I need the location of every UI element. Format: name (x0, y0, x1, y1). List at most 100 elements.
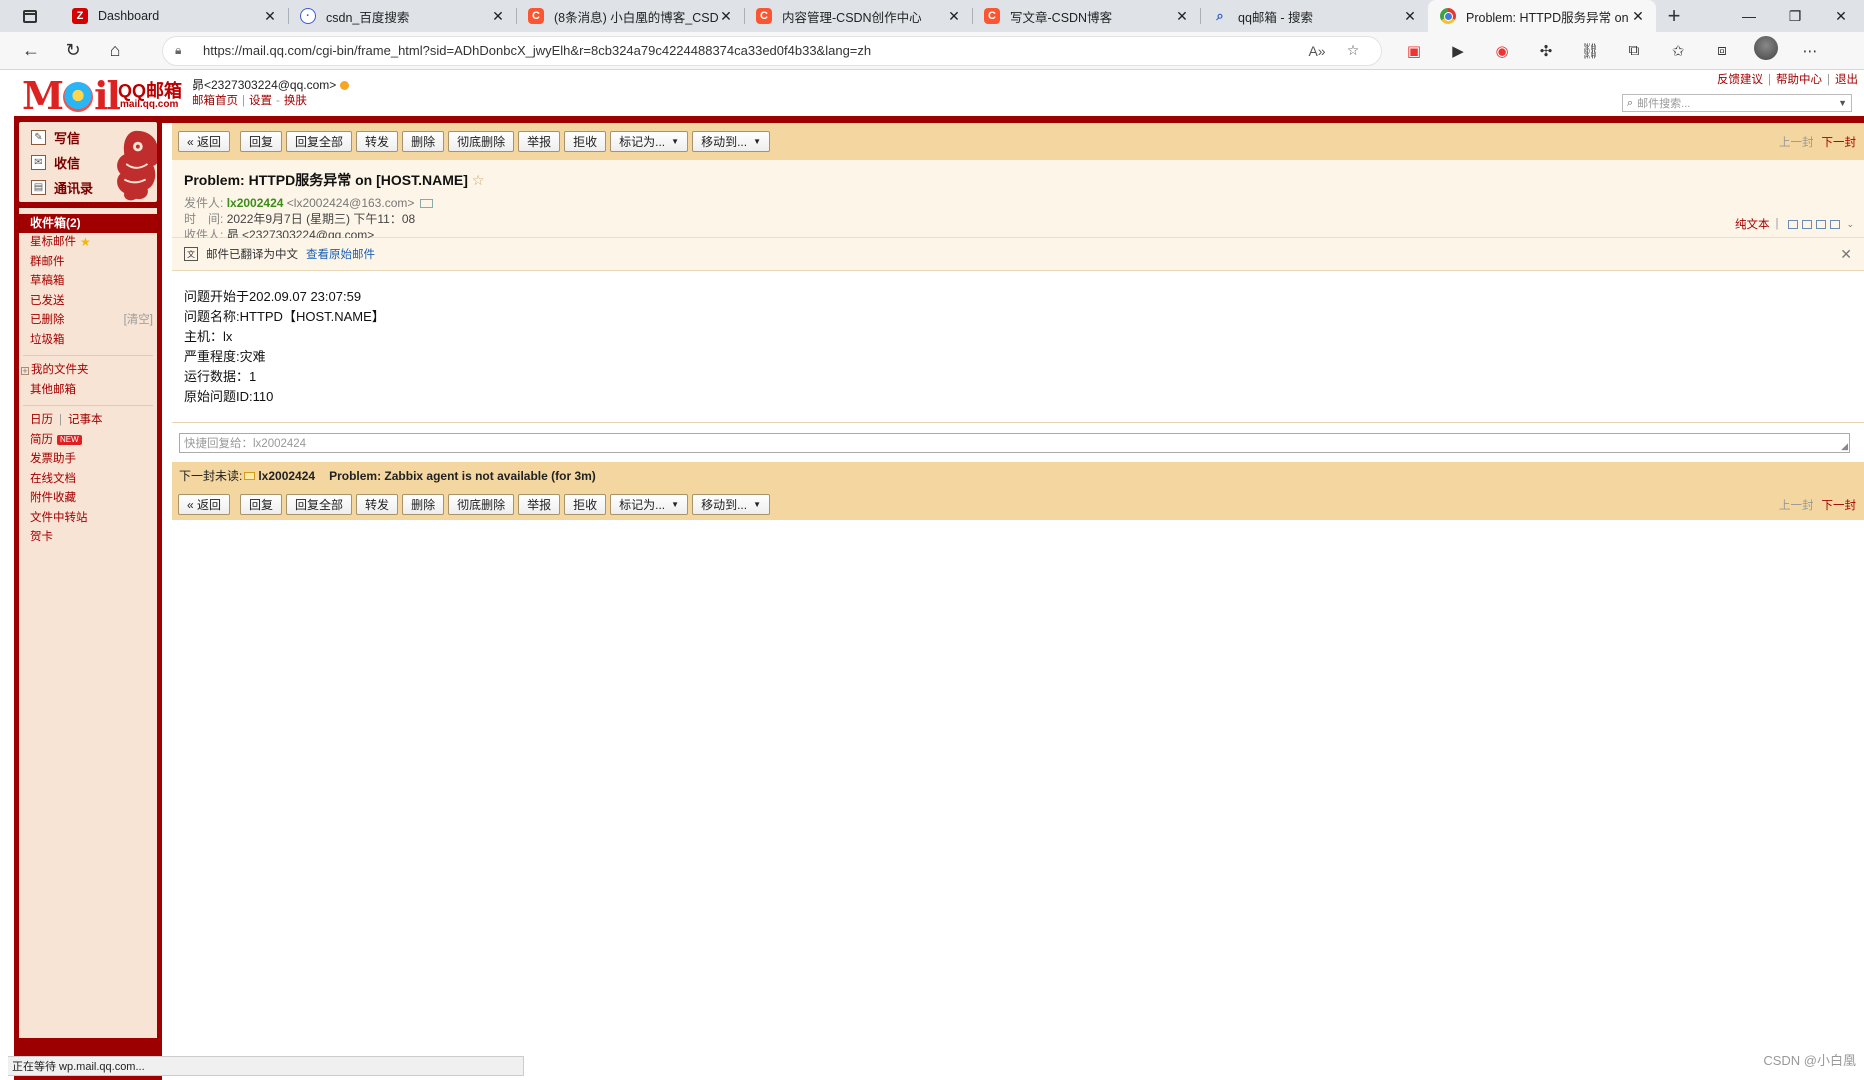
sidebar-item-deleted[interactable]: 已删除 [清空] (19, 311, 157, 331)
close-icon[interactable]: ✕ (1840, 246, 1852, 263)
forward-button[interactable]: 转发 (356, 494, 399, 515)
sidebar-item-drafts[interactable]: 草稿箱 (19, 272, 157, 292)
sidebar-item-attachments[interactable]: 附件收藏 (19, 489, 157, 509)
close-tab-icon[interactable]: ✕ (1630, 8, 1646, 25)
sidebar-item-docs[interactable]: 在线文档 (19, 470, 157, 490)
sidebar-item-invoice[interactable]: 发票助手 (19, 450, 157, 470)
chevron-down-icon[interactable]: ⌄ (1846, 219, 1854, 230)
reject-button[interactable]: 拒收 (564, 131, 607, 152)
resize-grip-icon[interactable]: ◢ (1841, 441, 1848, 452)
favorites-icon[interactable]: ✩ (1656, 36, 1700, 66)
clear-deleted-link[interactable]: [清空] (124, 311, 153, 331)
receive-mail-button[interactable]: ✉ 收信 (31, 153, 80, 172)
quick-reply-input[interactable]: 快捷回复给：lx2002424 ◢ (179, 433, 1850, 453)
browser-tab[interactable]: · csdn_百度搜索 ✕ (288, 0, 516, 32)
more-menu-icon[interactable]: ⋯ (1788, 36, 1832, 66)
address-bar[interactable]: 🔒︎ https://mail.qq.com/cgi-bin/frame_htm… (162, 35, 1382, 66)
close-tab-icon[interactable]: ✕ (262, 8, 278, 25)
view-original-link[interactable]: 查看原始邮件 (306, 246, 375, 262)
close-tab-icon[interactable]: ✕ (490, 8, 506, 25)
tab-actions-menu-button[interactable] (0, 0, 60, 32)
delete-button[interactable]: 删除 (402, 131, 445, 152)
close-window-icon[interactable]: ✕ (1818, 0, 1864, 32)
sidebar-item-group[interactable]: 群邮件 (19, 253, 157, 273)
reply-all-button[interactable]: 回复全部 (286, 494, 353, 515)
archive-icon[interactable] (1816, 219, 1827, 229)
extension-red-icon[interactable]: ▣ (1392, 36, 1436, 66)
minimize-icon[interactable]: — (1726, 0, 1772, 32)
extension-link-icon[interactable]: ⛓ (1568, 36, 1612, 66)
delete-button[interactable]: 删除 (402, 494, 445, 515)
status-dot-icon[interactable] (340, 81, 350, 90)
back-button[interactable]: « 返回 (178, 494, 231, 515)
sidebar-item-sent[interactable]: 已发送 (19, 292, 157, 312)
mail-search-input[interactable]: ⌕ 邮件搜索... ▼ (1622, 94, 1852, 112)
close-tab-icon[interactable]: ✕ (946, 8, 962, 25)
back-arrow-icon[interactable]: ← (10, 35, 52, 67)
feedback-link[interactable]: 反馈建议 (1717, 74, 1763, 86)
extension-record-icon[interactable]: ◉ (1480, 36, 1524, 66)
new-window-icon[interactable] (1788, 219, 1799, 229)
sidebar-item-starred[interactable]: 星标邮件 ★ (19, 233, 157, 253)
delete-forever-button[interactable]: 彻底删除 (448, 131, 515, 152)
delete-forever-button[interactable]: 彻底删除 (448, 494, 515, 515)
read-aloud-icon[interactable]: A» (1299, 43, 1335, 59)
media-play-icon[interactable]: ▶ (1436, 36, 1480, 66)
sidebar-item-spam[interactable]: 垃圾箱 (19, 331, 157, 351)
settings-link[interactable]: 设置 (249, 95, 272, 107)
refresh-icon[interactable]: ↻ (52, 35, 94, 67)
sender-name[interactable]: lx2002424 (227, 196, 284, 210)
qqmail-logo[interactable]: Mil QQ邮箱 mail.qq.com (22, 75, 182, 117)
url-text[interactable]: https://mail.qq.com/cgi-bin/frame_html?s… (203, 43, 1299, 58)
contacts-button[interactable]: ▤ 通讯录 (31, 178, 93, 197)
mark-as-dropdown[interactable]: 标记为... ▼ (610, 494, 689, 515)
report-button[interactable]: 举报 (518, 494, 561, 515)
move-to-dropdown[interactable]: 移动到... ▼ (692, 131, 770, 152)
next-mail-link[interactable]: 下一封 (1822, 500, 1857, 512)
reject-button[interactable]: 拒收 (564, 494, 607, 515)
next-unread-sender[interactable]: lx2002424 (258, 469, 315, 483)
help-link[interactable]: 帮助中心 (1776, 74, 1822, 86)
contact-card-icon[interactable] (420, 199, 434, 208)
reply-all-button[interactable]: 回复全部 (286, 131, 353, 152)
plain-text-link[interactable]: 纯文本 (1735, 216, 1770, 232)
close-tab-icon[interactable]: ✕ (1402, 8, 1418, 25)
sidebar-item-my-folders[interactable]: + 我的文件夹 (19, 361, 157, 381)
lock-icon[interactable]: 🔒︎ (175, 43, 195, 58)
home-icon[interactable]: ⌂ (94, 35, 136, 67)
notes-link[interactable]: 记事本 (68, 411, 103, 431)
sidebar-item-file-transfer[interactable]: 文件中转站 (19, 509, 157, 529)
prev-mail-link[interactable]: 上一封 (1779, 137, 1814, 149)
write-mail-button[interactable]: ✎ 写信 (31, 128, 80, 147)
extension-puzzle-color-icon[interactable]: ✣ (1524, 36, 1568, 66)
profile-avatar[interactable] (1754, 35, 1778, 60)
sidebar-item-cards[interactable]: 贺卡 (19, 528, 157, 548)
restore-icon[interactable]: ❐ (1772, 0, 1818, 32)
browser-tab[interactable]: C 写文章-CSDN博客 ✕ (972, 0, 1200, 32)
next-unread-subject[interactable]: Problem: Zabbix agent is not available (… (329, 469, 596, 483)
chevron-down-icon[interactable]: ▼ (1838, 98, 1847, 108)
report-button[interactable]: 举报 (518, 131, 561, 152)
browser-tab[interactable]: C (8条消息) 小白凰的博客_CSDN ✕ (516, 0, 744, 32)
mail-home-link[interactable]: 邮箱首页 (192, 95, 238, 107)
browser-tab[interactable]: C 内容管理-CSDN创作中心 ✕ (744, 0, 972, 32)
close-tab-icon[interactable]: ✕ (718, 8, 734, 25)
move-to-dropdown[interactable]: 移动到... ▼ (692, 494, 770, 515)
reply-button[interactable]: 回复 (240, 494, 283, 515)
change-skin-link[interactable]: 换肤 (284, 95, 307, 107)
forward-button[interactable]: 转发 (356, 131, 399, 152)
sidebar-item-other-mailbox[interactable]: 其他邮箱 (19, 381, 157, 401)
star-outline-icon[interactable]: ☆ (472, 172, 485, 188)
sidebar-item-resume[interactable]: 简历 NEW (19, 431, 157, 451)
back-button[interactable]: « 返回 (178, 131, 231, 152)
next-unread-bar[interactable]: 下一封未读: lx2002424 Problem: Zabbix agent i… (172, 462, 1864, 489)
collections-icon[interactable]: ⧈ (1700, 36, 1744, 66)
expand-plus-icon[interactable]: + (21, 366, 29, 375)
reply-button[interactable]: 回复 (240, 131, 283, 152)
close-tab-icon[interactable]: ✕ (1174, 8, 1190, 25)
logout-link[interactable]: 退出 (1835, 74, 1858, 86)
extensions-icon[interactable]: ⧉ (1612, 36, 1656, 66)
browser-tab-active[interactable]: Problem: HTTPD服务异常 on [HOST.NAME] ✕ (1428, 0, 1656, 32)
browser-tab[interactable]: ⌕ qq邮箱 - 搜索 ✕ (1200, 0, 1428, 32)
new-tab-button[interactable]: + (1656, 0, 1692, 32)
